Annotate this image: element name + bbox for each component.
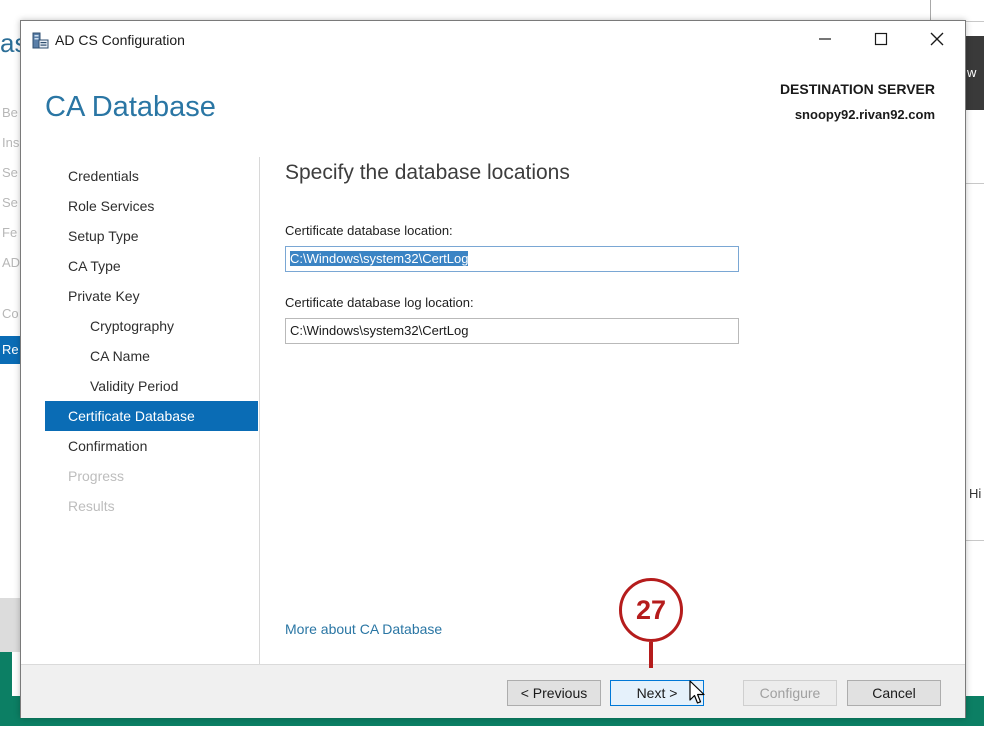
nav-item-results: Results xyxy=(68,498,115,514)
nav-item-private-key[interactable]: Private Key xyxy=(45,281,258,311)
nav-item-progress: Progress xyxy=(68,468,125,484)
background-nav-item: Co xyxy=(2,306,19,321)
background-nav: Be Ins Se Se Fe AD xyxy=(2,98,20,278)
background-text: Hi xyxy=(969,486,982,501)
close-button[interactable] xyxy=(909,21,965,61)
configure-button: Configure xyxy=(743,680,837,706)
nav-item-cryptography[interactable]: Cryptography xyxy=(45,311,258,341)
db-log-location-label: Certificate database log location: xyxy=(285,295,474,310)
mouse-cursor-icon xyxy=(688,680,708,706)
background-nav-item: Be xyxy=(2,105,18,120)
title-bar[interactable]: AD CS Configuration xyxy=(21,21,965,61)
destination-server-label: DESTINATION SERVER xyxy=(779,81,935,97)
more-about-ca-database-link[interactable]: More about CA Database xyxy=(285,621,442,637)
nav-item-validity-period[interactable]: Validity Period xyxy=(45,371,258,401)
background-divider xyxy=(965,183,984,184)
nav-item-ca-type[interactable]: CA Type xyxy=(45,251,258,281)
previous-button[interactable]: < Previous xyxy=(507,680,601,706)
destination-server-name: snoopy92.rivan92.com xyxy=(794,107,935,122)
background-nav-item: Fe xyxy=(2,225,18,240)
wizard-nav: Credentials Role Services Setup Type CA … xyxy=(45,161,258,521)
db-log-location-value: C:\Windows\system32\CertLog xyxy=(290,323,469,338)
nav-item-certificate-database[interactable]: Certificate Database xyxy=(45,401,258,431)
server-config-icon xyxy=(31,32,49,50)
section-title: Specify the database locations xyxy=(285,161,570,184)
window-title: AD CS Configuration xyxy=(55,32,185,48)
background-white-strip xyxy=(0,726,984,742)
nav-item-credentials[interactable]: Credentials xyxy=(45,161,258,191)
db-log-location-input[interactable]: C:\Windows\system32\CertLog xyxy=(285,318,739,344)
db-location-input[interactable]: C:\Windows\system32\CertLog xyxy=(285,246,739,272)
background-nav-selected: Re xyxy=(0,336,20,364)
maximize-button[interactable] xyxy=(853,21,909,61)
db-location-value: C:\Windows\system32\CertLog xyxy=(290,251,469,266)
close-icon xyxy=(930,32,944,51)
db-location-label: Certificate database location: xyxy=(285,223,453,238)
nav-item-confirmation[interactable]: Confirmation xyxy=(45,431,258,461)
minimize-button[interactable] xyxy=(797,21,853,61)
nav-item-ca-name[interactable]: CA Name xyxy=(45,341,258,371)
step-callout: 27 xyxy=(619,578,683,642)
page-title: CA Database xyxy=(45,91,216,123)
background-nav-item: Ins xyxy=(2,135,20,150)
nav-item-role-services[interactable]: Role Services xyxy=(45,191,258,221)
dialog-footer: < Previous Next > Configure Cancel xyxy=(21,664,965,718)
ad-cs-configuration-dialog: AD CS Configuration CA Database DESTINAT… xyxy=(20,20,966,718)
background-dark-panel: w xyxy=(965,36,984,110)
minimize-icon xyxy=(818,32,832,51)
cancel-button[interactable]: Cancel xyxy=(847,680,941,706)
background-green-panel xyxy=(0,652,12,696)
background-nav-item: AD xyxy=(2,255,20,270)
nav-divider xyxy=(259,157,260,665)
background-nav-item: Se xyxy=(2,165,18,180)
background-divider xyxy=(965,540,984,541)
maximize-icon xyxy=(874,32,888,51)
background-divider xyxy=(930,0,931,22)
nav-item-setup-type[interactable]: Setup Type xyxy=(45,221,258,251)
background-nav-item: Se xyxy=(2,195,18,210)
background-strip xyxy=(0,598,20,652)
step-callout-pointer xyxy=(649,642,653,668)
